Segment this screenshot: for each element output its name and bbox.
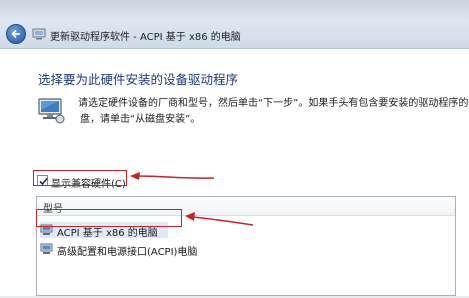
annotation-arrow-icon xyxy=(130,172,215,180)
instruction-line-1: 请选定硬件设备的厂商和型号，然后单击“下一步”。如果手头有包含要安装的驱动程序的… xyxy=(78,98,469,109)
monitor-icon xyxy=(38,98,65,124)
highlight-box-checkbox xyxy=(33,170,127,186)
page-heading: 选择要为此硬件安装的设备驱动程序 xyxy=(38,72,239,87)
instruction-text: 请选定硬件设备的厂商和型号，然后单击“下一步”。如果手头有包含要安装的驱动程序的… xyxy=(78,96,469,128)
list-item-acpi-advanced[interactable]: 高级配置和电源接口(ACPI)电脑 xyxy=(40,241,200,258)
background-window-strip xyxy=(0,0,469,20)
title-bar: 更新驱动程序软件 - ACPI 基于 x86 的电脑 xyxy=(0,20,469,49)
instruction-line-2: 盘，请单击“从磁盘安装”。 xyxy=(80,114,201,125)
back-button[interactable] xyxy=(6,24,26,44)
driver-selection-dialog: 选择要为此硬件安装的设备驱动程序 请选定硬件设备的厂商和型号，然后单击“下一步”… xyxy=(0,49,469,298)
back-arrow-icon xyxy=(11,30,20,38)
device-icon xyxy=(32,28,46,40)
highlight-box-list-item xyxy=(36,209,182,227)
window-title: 更新驱动程序软件 - ACPI 基于 x86 的电脑 xyxy=(50,32,241,43)
computer-icon xyxy=(40,243,53,254)
list-item-label: 高级配置和电源接口(ACPI)电脑 xyxy=(57,247,198,258)
